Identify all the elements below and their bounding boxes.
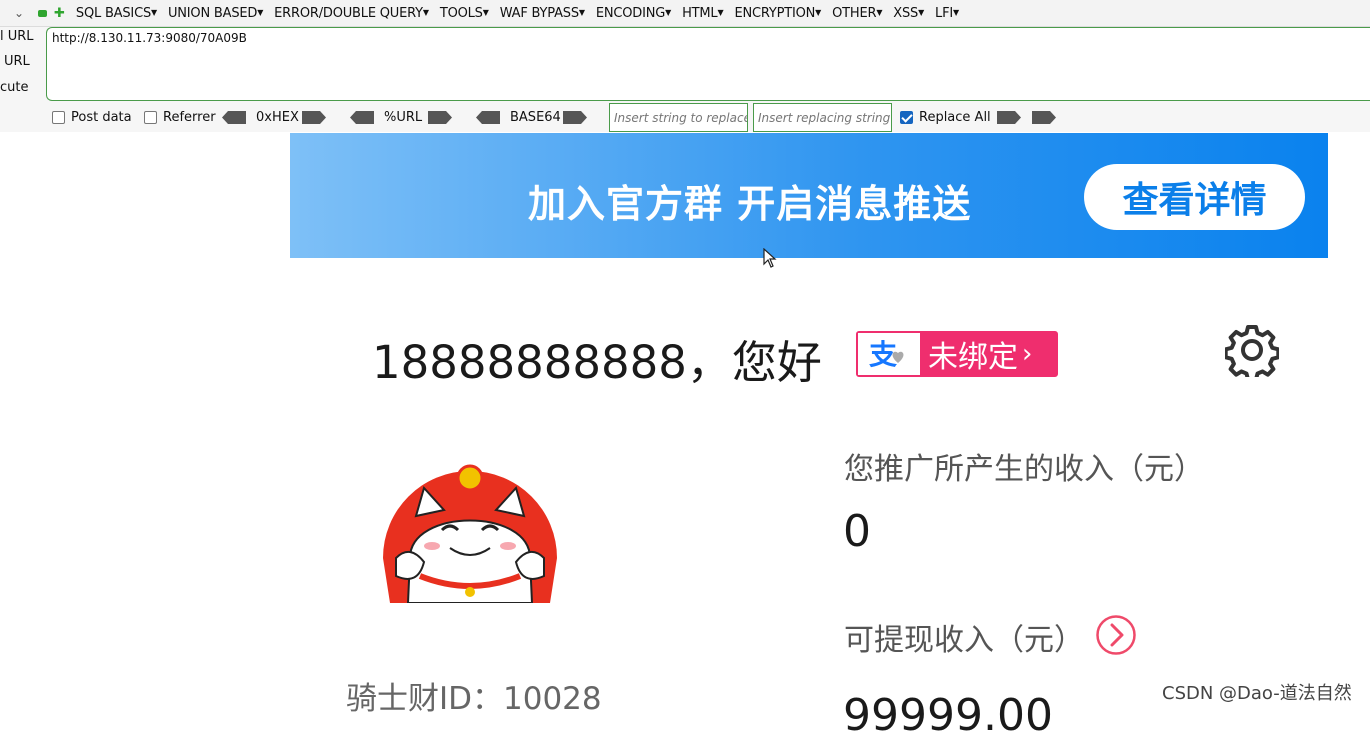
url-value: http://8.130.11.73:9080/70A09B	[52, 31, 247, 45]
menu-union-based[interactable]: UNION BASED▼	[168, 6, 263, 21]
url-textarea[interactable]: http://8.130.11.73:9080/70A09B	[46, 27, 1370, 101]
settings-gear-icon[interactable]	[1225, 323, 1279, 377]
csdn-watermark: CSDN @Dao-道法自然	[1162, 683, 1352, 704]
menu-html[interactable]: HTML▼	[682, 6, 724, 21]
income-label: 您推广所产生的收入（元）	[844, 452, 1204, 487]
plus-icon[interactable]: ✚	[54, 7, 65, 20]
replace-right-arrow-icon[interactable]	[997, 111, 1021, 124]
hex-label: 0xHEX	[256, 110, 299, 125]
encode-right-arrow-icon[interactable]	[428, 111, 452, 124]
execute-button[interactable]: cute	[0, 80, 28, 95]
encode-right-arrow-icon[interactable]	[302, 111, 326, 124]
alipay-bind-button[interactable]: 支 未绑定 ›	[856, 331, 1058, 377]
withdraw-label: 可提现收入（元）	[844, 623, 1084, 658]
knight-id: 骑士财ID：10028	[346, 681, 602, 717]
post-data-label: Post data	[71, 110, 132, 125]
replace-all-checkbox[interactable]	[900, 111, 913, 124]
hackbar-toolbar: ⌄ ✚ SQL BASICS▼ UNION BASED▼ ERROR/DOUBL…	[0, 0, 1370, 132]
mouse-cursor-icon	[763, 248, 777, 268]
replace-string-input[interactable]: Insert string to replace	[609, 103, 748, 132]
menu-encoding[interactable]: ENCODING▼	[596, 6, 671, 21]
chevron-right-icon: ›	[1022, 339, 1033, 369]
menu-tools[interactable]: TOOLS▼	[440, 6, 489, 21]
load-url-button[interactable]: l URL	[0, 29, 34, 44]
hackbar-menubar: ⌄ ✚ SQL BASICS▼ UNION BASED▼ ERROR/DOUBL…	[0, 0, 1370, 27]
minus-icon[interactable]	[38, 9, 47, 17]
base64-label: BASE64	[510, 110, 561, 125]
decode-left-arrow-icon[interactable]	[222, 111, 246, 124]
decode-left-arrow-icon[interactable]	[350, 111, 374, 124]
user-greeting: 18888888888，您好	[372, 336, 822, 389]
menu-encryption[interactable]: ENCRYPTION▼	[734, 6, 821, 21]
view-details-button[interactable]: 查看详情	[1084, 164, 1305, 230]
referrer-label: Referrer	[163, 110, 216, 125]
promo-banner[interactable]: 加入官方群 开启消息推送 查看详情	[290, 133, 1328, 258]
withdraw-value: 99999.00	[843, 690, 1053, 741]
menu-other[interactable]: OTHER▼	[832, 6, 882, 21]
menu-xss[interactable]: XSS▼	[893, 6, 924, 21]
post-data-checkbox[interactable]	[52, 111, 65, 124]
income-value: 0	[843, 506, 871, 557]
split-url-button[interactable]: URL	[4, 54, 30, 69]
referrer-checkbox[interactable]	[144, 111, 157, 124]
replace-back-arrow-icon[interactable]	[1032, 111, 1056, 124]
menu-waf-bypass[interactable]: WAF BYPASS▼	[500, 6, 585, 21]
lucky-cat-avatar	[383, 464, 557, 603]
alipay-icon: 支	[858, 333, 920, 375]
url-encode-label: %URL	[384, 110, 423, 125]
banner-text: 加入官方群 开启消息推送	[528, 182, 972, 226]
replace-all-label: Replace All	[919, 110, 991, 125]
encode-right-arrow-icon[interactable]	[563, 111, 587, 124]
bind-status-label: 未绑定 ›	[928, 339, 1033, 375]
replacing-string-input[interactable]: Insert replacing string	[753, 103, 892, 132]
menu-lfi[interactable]: LFI▼	[935, 6, 959, 21]
chevron-down-icon[interactable]: ⌄	[14, 6, 30, 20]
decode-left-arrow-icon[interactable]	[476, 111, 500, 124]
menu-error-double-query[interactable]: ERROR/DOUBLE QUERY▼	[274, 6, 429, 21]
menu-sql-basics[interactable]: SQL BASICS▼	[76, 6, 157, 21]
withdraw-chevron-right-icon[interactable]	[1095, 614, 1137, 656]
hackbar-options: Post data Referrer 0xHEX %URL BASE64 Ins…	[0, 102, 1370, 132]
